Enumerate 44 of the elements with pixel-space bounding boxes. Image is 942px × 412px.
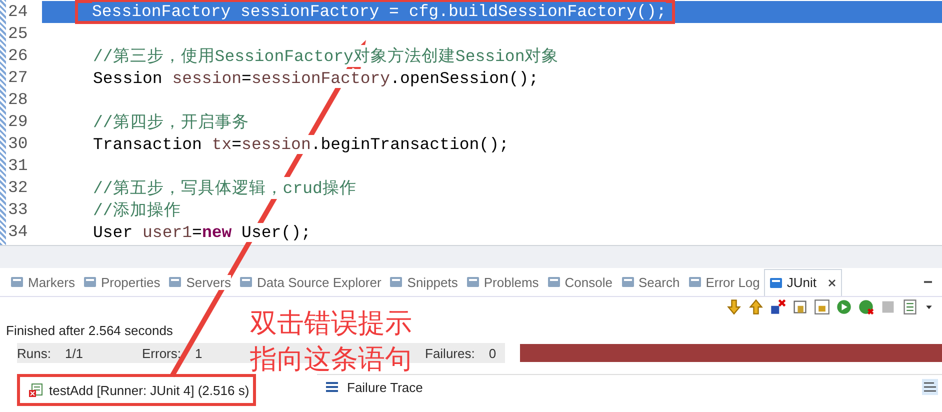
view-tab[interactable]: Data Source Explorer xyxy=(235,269,386,295)
close-icon[interactable] xyxy=(826,278,837,288)
view-icon xyxy=(389,275,404,289)
list-icon[interactable] xyxy=(902,299,918,315)
view-icon xyxy=(239,275,253,289)
view-tab[interactable]: Snippets xyxy=(385,269,462,295)
up-arrow-icon[interactable] xyxy=(748,299,764,315)
code-text: //第四步，开启事务 xyxy=(93,111,249,133)
view-tab[interactable]: Console xyxy=(542,269,616,295)
status-text: Finished after 2.564 seconds xyxy=(6,323,173,338)
view-icon xyxy=(768,276,783,290)
rerun-failed-icon[interactable] xyxy=(858,299,874,315)
rerun-icon[interactable] xyxy=(836,299,852,315)
counter-label: Runs: xyxy=(17,346,51,360)
code-text: SessionFactory sessionFactory = cfg.buildSessionFactory(); xyxy=(92,2,666,21)
view-icon xyxy=(620,275,634,289)
view-tab[interactable]: Error Log xyxy=(684,269,764,295)
view-icon xyxy=(546,275,561,289)
annotation-text: 指向这条语句 xyxy=(250,344,412,376)
counter-label: Errors: xyxy=(142,346,181,360)
counter-value: 0 xyxy=(486,346,498,360)
code-text: //第三步，使用SessionFactory对象方法创建Session对象 xyxy=(93,45,559,67)
view-tab[interactable]: Markers xyxy=(6,269,79,295)
view-tab[interactable]: JUnit xyxy=(764,268,842,296)
view-icon xyxy=(82,275,97,289)
pane-title: Failure Trace xyxy=(347,380,423,394)
annotation-text: 双击错误提示 xyxy=(250,308,412,340)
view-icon xyxy=(10,275,24,289)
error-filter-icon[interactable] xyxy=(770,299,786,315)
view-tab[interactable]: Servers xyxy=(164,269,235,295)
code-text: //第五步，写具体逻辑，crud操作 xyxy=(93,177,356,199)
filter-stack-icon[interactable] xyxy=(922,379,938,395)
test-error-icon xyxy=(29,383,43,397)
view-tab[interactable]: Search xyxy=(616,269,684,295)
counter-value: 1/1 xyxy=(62,346,86,360)
counter-label: Failures: xyxy=(425,346,475,360)
down-arrow-icon[interactable] xyxy=(726,299,742,315)
line-number: 24 xyxy=(6,1,42,23)
view-tab[interactable]: Problems xyxy=(462,269,543,295)
view-icon xyxy=(168,275,182,289)
menu-icon xyxy=(325,380,339,394)
view-icon xyxy=(466,275,480,289)
view-tab[interactable]: Properties xyxy=(78,269,164,295)
view-icon xyxy=(688,275,702,289)
